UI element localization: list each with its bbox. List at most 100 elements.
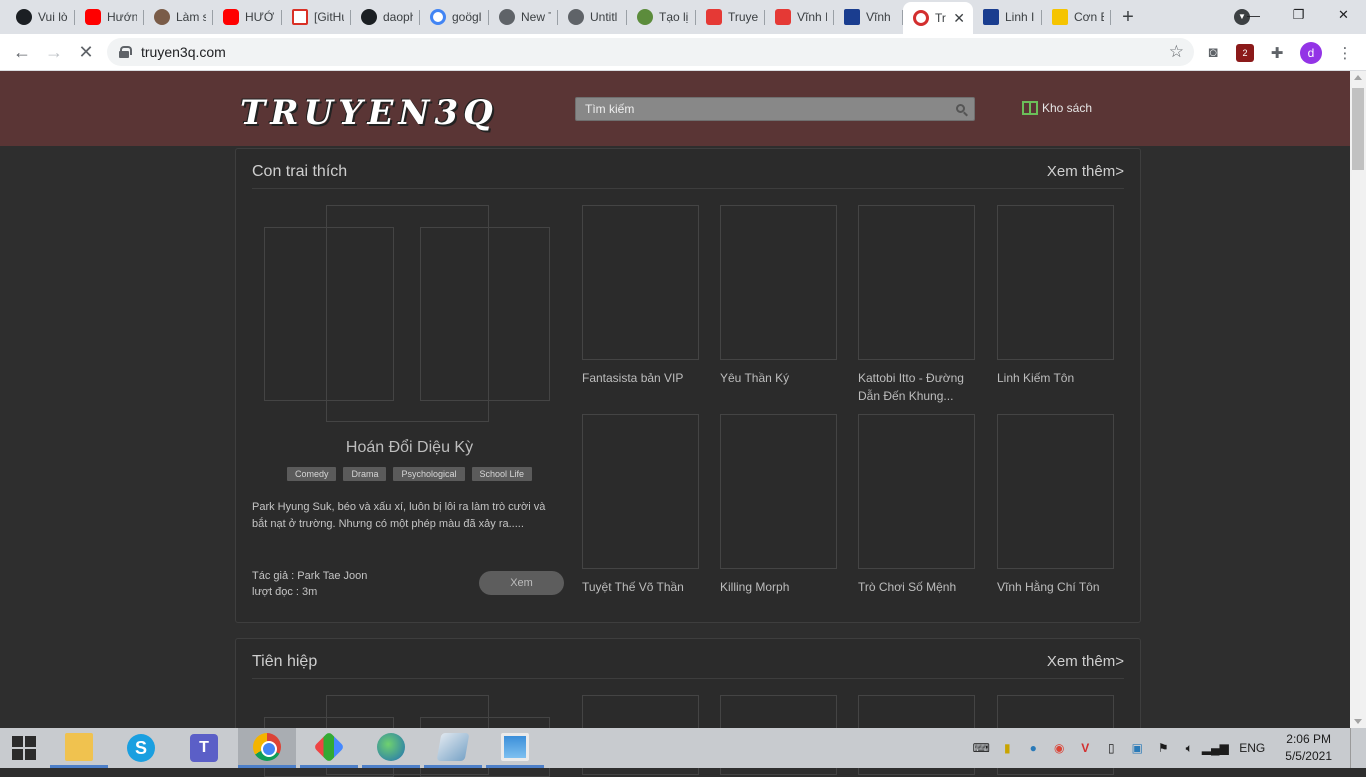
book-cover[interactable] <box>997 205 1114 360</box>
book-cover[interactable] <box>858 414 975 569</box>
taskbar-app-button[interactable] <box>424 728 482 768</box>
book-card[interactable]: Linh Kiếm Tôn <box>997 205 1115 387</box>
tab[interactable]: Vui lò <box>6 0 75 34</box>
tab[interactable]: Làm s <box>144 0 213 34</box>
clock[interactable]: 2:06 PM 5/5/2021 <box>1285 731 1332 765</box>
tab[interactable]: Linh I <box>973 0 1042 34</box>
taskbar-app-button[interactable] <box>486 728 544 768</box>
puzzle-extensions-icon[interactable]: ✚ <box>1268 44 1286 62</box>
tab[interactable]: New T <box>489 0 558 34</box>
scroll-down-arrow[interactable] <box>1354 719 1362 724</box>
tab[interactable]: Cơn E <box>1042 0 1111 34</box>
featured-title[interactable]: Hoán Đổi Diệu Kỳ <box>252 439 567 457</box>
tab[interactable]: goögl <box>420 0 489 34</box>
book-card[interactable]: Vĩnh Hằng Chí Tôn <box>997 414 1115 596</box>
search-icon[interactable] <box>956 104 965 113</box>
featured-cover-stack[interactable] <box>264 205 554 425</box>
book-cover[interactable] <box>720 414 837 569</box>
taskbar-app-button[interactable] <box>238 728 296 768</box>
see-more-link[interactable]: Xem thêm> <box>1047 163 1124 180</box>
notepad-icon <box>436 732 470 761</box>
book-card[interactable]: Yêu Thần Ký <box>720 205 838 387</box>
genre-tag[interactable]: School Life <box>471 467 533 481</box>
genre-tag[interactable]: Drama <box>343 467 387 481</box>
forward-button[interactable]: → <box>38 36 70 68</box>
dog-avatar-icon <box>154 9 170 25</box>
close-window-button[interactable]: ✕ <box>1321 7 1366 23</box>
show-desktop-button[interactable] <box>1350 728 1354 768</box>
taskbar-app-button[interactable] <box>50 728 108 768</box>
device-icon[interactable]: ▯ <box>1103 740 1119 756</box>
tab-active[interactable]: Tr ✕ <box>903 2 973 34</box>
book-cover[interactable] <box>720 205 837 360</box>
network-globe-icon[interactable]: ● <box>1025 740 1041 756</box>
back-button[interactable]: ← <box>6 36 38 68</box>
tab-title: Linh I <box>1005 10 1035 24</box>
book-title[interactable]: Linh Kiếm Tôn <box>997 369 1115 387</box>
library-link[interactable]: Kho sách <box>1022 101 1092 115</box>
tab[interactable]: Tạo lị <box>627 0 696 34</box>
ublock-shield-icon[interactable]: 2 <box>1236 43 1254 62</box>
flag-icon[interactable]: ⚑ <box>1155 740 1171 756</box>
camera-icon[interactable]: ◙ <box>1204 44 1222 62</box>
tab[interactable]: Untitl <box>558 0 627 34</box>
tab[interactable]: Vĩnh I <box>765 0 834 34</box>
profile-avatar[interactable]: d <box>1300 41 1322 64</box>
menu-kebab-icon[interactable]: ⋮ <box>1336 44 1354 62</box>
close-tab-icon[interactable]: ✕ <box>953 10 965 27</box>
book-title[interactable]: Yêu Thần Ký <box>720 369 838 387</box>
keyboard-icon[interactable]: ⌨ <box>973 740 990 756</box>
taskbar-app-button[interactable] <box>362 728 420 768</box>
address-bar[interactable]: truyen3q.com ☆ <box>107 38 1194 66</box>
tab[interactable]: Truye <box>696 0 765 34</box>
book-card[interactable]: Killing Morph <box>720 414 838 596</box>
book-cover[interactable] <box>582 414 699 569</box>
read-button[interactable]: Xem <box>479 571 564 595</box>
site-logo[interactable]: TRUYEN3Q <box>240 93 498 133</box>
tab[interactable]: [GitHu <box>282 0 351 34</box>
see-more-link[interactable]: Xem thêm> <box>1047 653 1124 670</box>
new-tab-button[interactable]: + <box>1111 0 1145 34</box>
bookmark-star-icon[interactable]: ☆ <box>1169 42 1184 62</box>
chrome-tray-icon[interactable]: ◉ <box>1051 740 1067 756</box>
tab[interactable]: daoph <box>351 0 420 34</box>
minimize-button[interactable]: — <box>1231 8 1276 23</box>
scroll-up-arrow[interactable] <box>1354 75 1362 80</box>
tab[interactable]: Hướn <box>75 0 144 34</box>
book-title[interactable]: Killing Morph <box>720 578 838 596</box>
book-title[interactable]: Kattobi Itto - Đường Dẫn Đến Khung... <box>858 369 976 405</box>
book-cover[interactable] <box>997 414 1114 569</box>
book-card[interactable]: Trò Chơi Số Mệnh <box>858 414 976 596</box>
book-title[interactable]: Fantasista bản VIP <box>582 369 700 387</box>
lock-icon[interactable] <box>119 46 132 58</box>
book-cover[interactable] <box>858 205 975 360</box>
genre-tag[interactable]: Psychological <box>393 467 465 481</box>
page-scrollbar[interactable] <box>1350 71 1366 728</box>
featured-cover-center[interactable] <box>326 205 489 422</box>
taskbar-app-button[interactable] <box>300 728 358 768</box>
display-icon[interactable]: ▣ <box>1129 740 1145 756</box>
stop-loading-button[interactable]: ✕ <box>70 36 102 68</box>
taskbar-app-button[interactable]: T <box>175 728 233 768</box>
start-button[interactable] <box>0 728 48 768</box>
security-shield-icon[interactable]: ▮ <box>999 740 1015 756</box>
volume-icon[interactable]: 🔈︎ <box>1181 740 1197 756</box>
search-input[interactable]: Tìm kiếm <box>575 97 975 121</box>
genre-tag[interactable]: Comedy <box>286 467 337 481</box>
extension-area: ◙ 2 ✚ d ⋮ <box>1204 34 1354 71</box>
tab[interactable]: HƯỚI <box>213 0 282 34</box>
restore-button[interactable]: ❐ <box>1276 7 1321 23</box>
v-app-icon[interactable]: V <box>1077 740 1093 756</box>
book-title[interactable]: Vĩnh Hằng Chí Tôn <box>997 578 1115 596</box>
book-card[interactable]: Tuyệt Thế Võ Thần <box>582 414 700 596</box>
tab[interactable]: Vĩnh <box>834 0 903 34</box>
scrollbar-thumb[interactable] <box>1352 88 1364 170</box>
book-title[interactable]: Tuyệt Thế Võ Thần <box>582 578 700 596</box>
book-title[interactable]: Trò Chơi Số Mệnh <box>858 578 976 596</box>
language-indicator[interactable]: ENG <box>1239 741 1265 755</box>
book-cover[interactable] <box>582 205 699 360</box>
book-card[interactable]: Kattobi Itto - Đường Dẫn Đến Khung... <box>858 205 976 405</box>
book-card[interactable]: Fantasista bản VIP <box>582 205 700 387</box>
taskbar-app-button[interactable]: S <box>112 728 170 768</box>
signal-icon[interactable]: ▂▄▆ <box>1202 740 1229 756</box>
